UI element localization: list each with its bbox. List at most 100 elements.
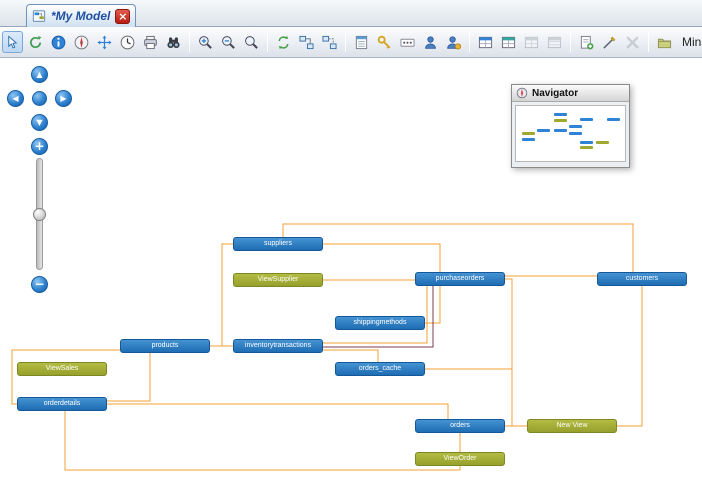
minimap-entity [580, 146, 593, 149]
navigator-compass-icon [516, 87, 528, 99]
toolbar-button-move-tool[interactable] [94, 31, 115, 53]
minimap-entity [537, 129, 550, 132]
new-doc-plus-icon [579, 35, 594, 50]
refresh-icon [28, 35, 43, 50]
entity-customers[interactable]: customers [597, 272, 687, 286]
auto-arrange-icon [276, 35, 291, 50]
zoom-slider-thumb[interactable] [33, 208, 46, 221]
toolbar-button-relation-dashed[interactable] [319, 31, 340, 53]
navigator-title: Navigator [532, 88, 578, 99]
minimap-entity [554, 119, 567, 122]
delete-icon [625, 35, 640, 50]
toolbar-button-print[interactable] [140, 31, 161, 53]
entity-orderdetails[interactable]: orderdetails [17, 397, 107, 411]
toolbar-button-zoom-in[interactable] [195, 31, 216, 53]
entity-vieworder[interactable]: ViewOrder [415, 452, 505, 466]
user-icon [423, 35, 438, 50]
entity-suppliers[interactable]: suppliers [233, 237, 323, 251]
navigator-header[interactable]: Navigator [512, 85, 629, 102]
toolbar-button-new-doc-plus[interactable] [576, 31, 597, 53]
toolbar-separator [345, 32, 346, 52]
entity-new-view[interactable]: New View [527, 419, 617, 433]
pan-left-button[interactable]: ◀ [7, 90, 24, 107]
user-badge-icon [446, 35, 461, 50]
entity-orders[interactable]: orders [415, 419, 505, 433]
toolbar-button-folder[interactable] [654, 31, 675, 53]
entity-inventorytransactions[interactable]: inventorytransactions [233, 339, 323, 353]
pan-up-button[interactable]: ▲ [31, 66, 48, 83]
zoom-out-orb-button[interactable]: − [31, 276, 48, 293]
new-table-icon [354, 35, 369, 50]
connection-line [323, 286, 427, 343]
toolbar-button-user[interactable] [420, 31, 441, 53]
connection-line [65, 411, 460, 470]
entity-products[interactable]: products [120, 339, 210, 353]
pan-right-button[interactable]: ▶ [55, 90, 72, 107]
navigator-panel[interactable]: Navigator [511, 84, 630, 168]
toolbar-button-relation[interactable] [296, 31, 317, 53]
min-score-label: Min Score [682, 35, 702, 49]
minimap-entity [554, 129, 567, 132]
toolbar-button-zoom-fit[interactable] [241, 31, 262, 53]
compass-icon [74, 35, 89, 50]
connection-line [283, 224, 633, 272]
connection-line [107, 353, 150, 401]
minimap-entity [596, 141, 609, 144]
toolbar-button-draw-line[interactable] [599, 31, 620, 53]
entity-shippingmethods[interactable]: shippingmethods [335, 316, 425, 330]
toolbar-button-compass[interactable] [71, 31, 92, 53]
toolbar-button-table-gray-2 [544, 31, 565, 53]
tab-close-icon[interactable]: × [115, 9, 130, 24]
toolbar-button-auto-arrange[interactable] [273, 31, 294, 53]
table-gray-1-icon [524, 35, 539, 50]
folder-icon [657, 35, 672, 50]
toolbar-button-delete [622, 31, 643, 53]
pan-center-ball[interactable] [32, 91, 47, 106]
zoom-out-icon [221, 35, 236, 50]
toolbar-button-table-blue[interactable] [475, 31, 496, 53]
tab-bar: *My Model × [0, 0, 702, 27]
tab-my-model[interactable]: *My Model × [26, 4, 136, 27]
toolbar-separator [469, 32, 470, 52]
connection-line [107, 404, 448, 419]
toolbar-button-zoom-out[interactable] [218, 31, 239, 53]
minimap-entity [569, 132, 582, 135]
connection-line [505, 279, 512, 426]
key-icon [377, 35, 392, 50]
entity-orders-cache[interactable]: orders_cache [335, 362, 425, 376]
toolbar-button-clock[interactable] [117, 31, 138, 53]
connection-line [323, 350, 378, 362]
minimap-entity [522, 132, 535, 135]
zoom-in-orb-button[interactable]: + [31, 138, 48, 155]
toolbar-separator [267, 32, 268, 52]
toolbar-button-refresh[interactable] [25, 31, 46, 53]
zoom-fit-icon [244, 35, 259, 50]
toolbar-button-password[interactable] [397, 31, 418, 53]
connection-line [617, 286, 642, 426]
entity-purchaseorders[interactable]: purchaseorders [415, 272, 505, 286]
entity-viewsupplier[interactable]: ViewSupplier [233, 273, 323, 287]
info-icon [51, 35, 66, 50]
pan-down-button[interactable]: ▼ [31, 114, 48, 131]
password-icon [400, 35, 415, 50]
relation-dashed-icon [322, 35, 337, 50]
minimap-entity [580, 118, 593, 121]
toolbar-button-user-badge[interactable] [443, 31, 464, 53]
clock-icon [120, 35, 135, 50]
entity-viewsales[interactable]: ViewSales [17, 362, 107, 376]
connection-line [12, 350, 120, 404]
toolbar-button-table-gray-1 [521, 31, 542, 53]
relation-icon [299, 35, 314, 50]
toolbar-button-info[interactable] [48, 31, 69, 53]
navigator-minimap[interactable] [515, 105, 626, 162]
toolbar-button-select-tool[interactable] [2, 31, 23, 53]
minimap-entity [580, 141, 593, 144]
toolbar-button-new-table[interactable] [351, 31, 372, 53]
table-gray-2-icon [547, 35, 562, 50]
tab-title: *My Model [51, 9, 110, 23]
toolbar-button-table-teal[interactable] [498, 31, 519, 53]
toolbar-button-key[interactable] [374, 31, 395, 53]
toolbar-separator [570, 32, 571, 52]
toolbar-button-find[interactable] [163, 31, 184, 53]
diagram-canvas[interactable]: suppliers ViewSupplier purchaseorders custo… [0, 58, 702, 504]
